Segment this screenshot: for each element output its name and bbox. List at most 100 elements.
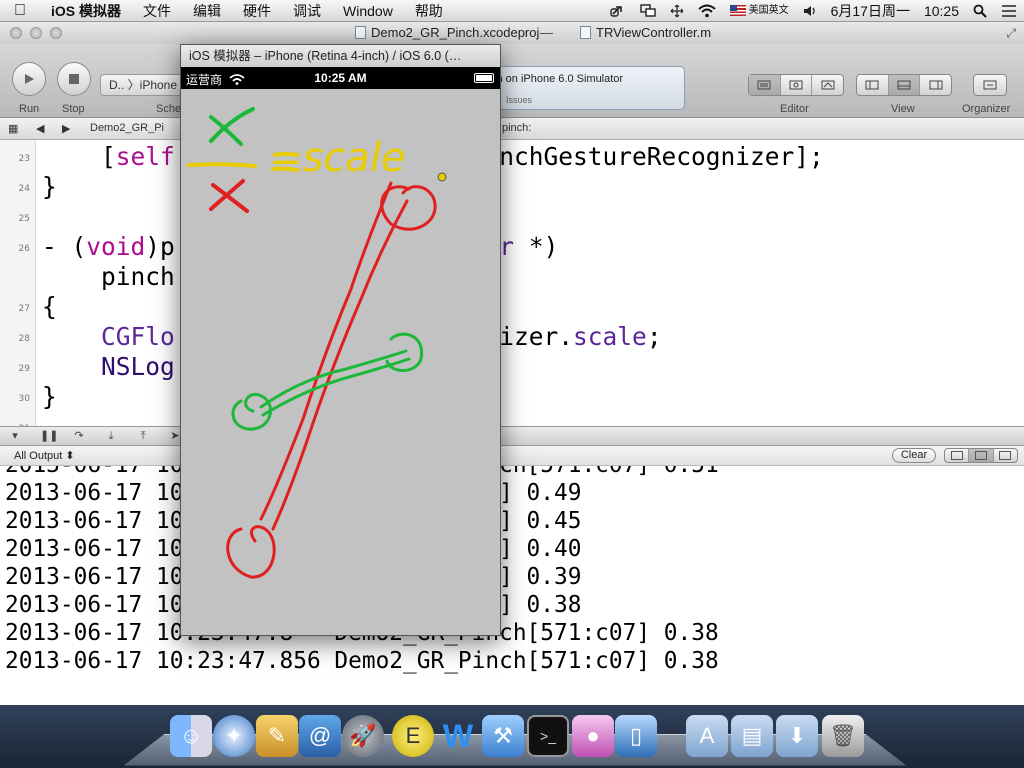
menu-hardware[interactable]: 硬件 [232,0,282,22]
code-line: } [42,382,57,411]
utilities-toggle-button[interactable] [920,75,951,95]
documents-folder-icon[interactable]: ▤ [731,715,773,757]
version-editor-button[interactable] [812,75,843,95]
organizer-cell [974,75,1006,95]
input-method-us[interactable]: 美国英文 [723,0,796,22]
app-screen[interactable]: x =scale x [181,89,500,635]
menu-file[interactable]: 文件 [132,0,182,22]
play-icon [25,74,34,84]
bluetooth-move-icon[interactable] [663,4,691,18]
red-pinch-path [226,181,437,579]
menu-debug[interactable]: 调试 [282,0,332,22]
organizer-icon [983,80,997,90]
applications-folder-icon[interactable]: A [686,715,728,757]
battery-icon [474,73,494,83]
run-button[interactable] [12,62,46,96]
mirror-display-icon[interactable] [633,3,663,18]
editor-mode-segmented [748,74,844,96]
finder-icon[interactable]: ☺ [170,715,212,757]
console-output-filter[interactable]: All Output ⬍ [14,449,75,462]
apple-menu-icon[interactable]:  [0,2,40,20]
notification-center-icon[interactable] [994,4,1024,18]
ios-clock: 10:25 AM [314,71,367,85]
title-separator: — [540,25,553,40]
code-token: *) [514,232,559,261]
standard-editor-button[interactable] [749,75,781,95]
xcode-window: Demo2_GR_Pinch.xcodeproj — TRViewControl… [0,22,1024,705]
line-number: 23 [18,154,30,164]
minimize-window-button[interactable] [30,27,42,39]
organizer-button[interactable] [973,74,1007,96]
scale-annotation-drawing: x =scale x [187,107,447,579]
zoom-window-button[interactable] [50,27,62,39]
xcode-icon[interactable]: ⚒ [482,715,524,757]
debug-area-toggle-button[interactable] [888,75,921,95]
code-editor[interactable]: 232425262728293031 [self gnizer:pinchGes… [0,140,1024,426]
back-arrow-icon[interactable]: ◀ [36,122,44,135]
volume-icon[interactable] [796,4,824,18]
safari-icon[interactable]: ✦ [213,715,255,757]
downloads-folder-icon[interactable]: ⬇ [776,715,818,757]
related-items-icon[interactable]: ▦ [8,122,18,135]
desktop:  iOS 模拟器 文件 编辑 硬件 调试 Window 帮助 美国英文 6月1 [0,0,1024,768]
menu-edit[interactable]: 编辑 [182,0,232,22]
version-editor-icon [821,80,835,90]
spotlight-search-icon[interactable] [966,4,994,18]
stop-button[interactable] [57,62,91,96]
step-out-icon[interactable]: ⤒ [136,430,150,443]
line-number: 30 [18,394,30,404]
scheme-label: Sche [156,103,182,115]
console-only-button[interactable] [994,449,1017,462]
terminal-icon[interactable]: >_ [527,715,569,757]
line-number: 28 [18,334,30,344]
launchpad-icon[interactable]: 🚀 [342,715,384,757]
step-into-icon[interactable]: ⤓ [104,430,118,443]
line-number-gutter: 232425262728293031 [0,140,36,426]
clear-console-button[interactable]: Clear [892,448,936,463]
jumpbar-file[interactable]: Demo2_GR_Pi [90,122,164,134]
finger-dot [437,172,447,182]
preview-icon[interactable]: ✎ [256,715,298,757]
assistant-editor-icon [789,80,803,90]
console-header: All Output ⬍ Clear [0,446,1024,466]
forward-arrow-icon[interactable]: ▶ [62,122,70,135]
navigator-toggle-button[interactable] [857,75,889,95]
console-output[interactable]: 2013-06-17 10:23:47.8 Demo2_GR_Pinch[571… [0,466,1024,705]
mail-icon[interactable]: @ [299,715,341,757]
link-icon[interactable] [603,4,633,18]
code-token: scale [573,322,647,351]
menu-window[interactable]: Window [332,0,404,22]
jumpbar-method[interactable]: pinch: [502,122,531,134]
trash-icon[interactable]: 🗑 [822,715,864,757]
variables-view-button[interactable] [945,449,970,462]
debug-bar: ▾ ❚❚ ↷ ⤓ ⤒ ➤ [0,426,1024,446]
hide-debug-area-icon[interactable]: ▾ [8,430,22,443]
textedit-icon[interactable]: E [392,715,434,757]
step-over-icon[interactable]: ↷ [72,430,86,443]
pause-icon[interactable]: ❚❚ [40,430,58,443]
ios-simulator-window: iOS 模拟器 – iPhone (Retina 4-inch) / iOS 6… [180,44,501,636]
denominator-x [209,179,249,213]
fullscreen-icon[interactable]: ⤢ [1006,26,1016,41]
word-icon[interactable]: W [437,715,479,757]
menu-date[interactable]: 6月17日周一 [824,0,917,22]
code-token: [ [42,142,116,171]
code-token: { [42,292,57,321]
code-token: pinch [42,262,175,291]
close-window-button[interactable] [10,27,22,39]
menu-clock[interactable]: 10:25 [917,0,966,22]
line-number: 25 [18,214,30,224]
utilities-pane-icon [929,80,943,90]
both-views-button[interactable] [969,449,994,462]
scheme-selector[interactable]: D.. 〉iPhone [100,74,184,96]
instruments-icon[interactable]: ● [572,715,614,757]
menu-help[interactable]: 帮助 [404,0,454,22]
menu-app-name[interactable]: iOS 模拟器 [40,0,132,22]
code-line: { [42,292,57,321]
code-token: void [86,232,146,261]
code-token: } [42,382,57,411]
wifi-icon[interactable] [691,4,723,18]
assistant-editor-button[interactable] [781,75,813,95]
simulator-icon[interactable]: ▯ [615,715,657,757]
split-layout-icon [974,451,987,460]
